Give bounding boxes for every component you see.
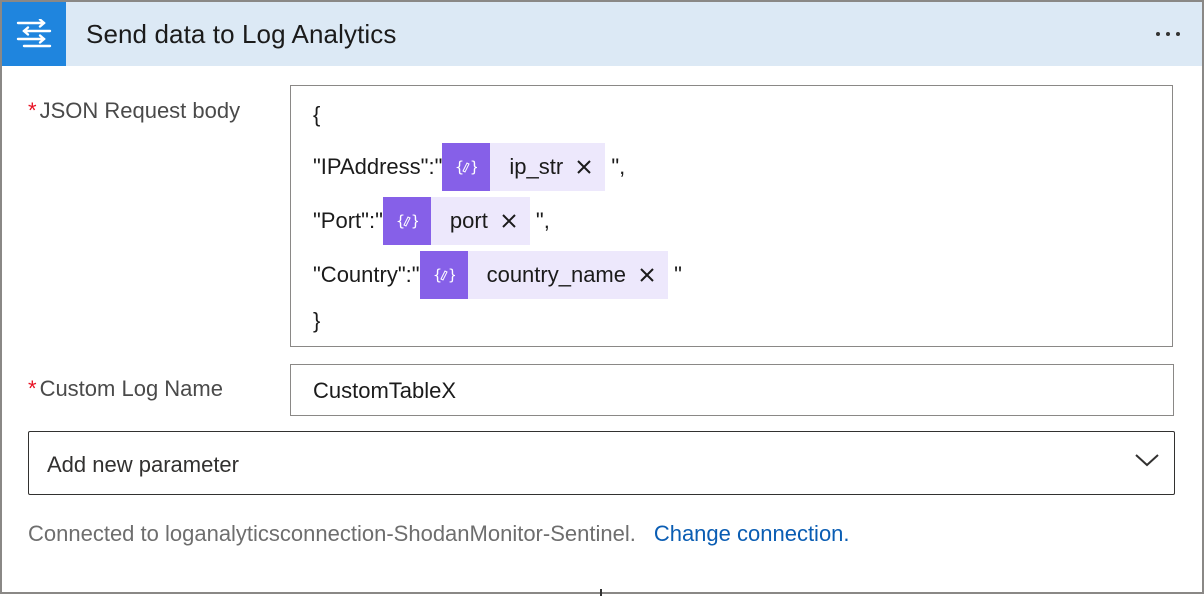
json-line-ip: "IPAddress":" {} ip_str ", [313, 143, 626, 191]
add-new-parameter-label: Add new parameter [47, 452, 239, 477]
connection-text: Connected to loganalyticsconnection-Shod… [28, 521, 636, 546]
add-new-parameter-dropdown[interactable]: Add new parameter [28, 431, 1175, 495]
required-marker: * [28, 376, 37, 401]
more-dot [1176, 32, 1180, 36]
json-line-port: "Port":" {} port ", [313, 197, 550, 245]
token-port[interactable]: {} port [382, 197, 530, 245]
svg-text:}: } [411, 212, 418, 230]
svg-text:{: { [433, 266, 442, 284]
country-key: "Country":" [313, 262, 420, 287]
custom-log-name-label: * Custom Log Name [28, 376, 223, 402]
remove-token-button[interactable] [632, 260, 662, 290]
flow-lines-icon [2, 2, 66, 66]
dynamic-content-icon: {} [419, 251, 468, 299]
json-body-label: * JSON Request body [28, 98, 240, 124]
ip-suffix: ", [605, 154, 626, 179]
close-icon [640, 268, 654, 282]
close-brace: } [313, 308, 321, 333]
token-label: country_name [486, 262, 626, 287]
port-suffix: ", [529, 208, 550, 233]
token-country-name[interactable]: {} country_name [419, 251, 668, 299]
dynamic-content-icon: {} [382, 197, 431, 245]
json-body-editor[interactable]: { "IPAddress":" {} ip_str ", "Port":" {} [290, 85, 1173, 347]
action-title: Send data to Log Analytics [86, 19, 397, 49]
svg-text:{: { [396, 212, 405, 230]
json-line-country: "Country":" {} country_name " [313, 251, 682, 299]
close-icon [502, 214, 516, 228]
port-key: "Port":" [313, 208, 383, 233]
custom-log-name-label-text: Custom Log Name [39, 376, 223, 401]
token-label: ip_str [509, 154, 564, 179]
ip-key: "IPAddress":" [313, 154, 443, 179]
svg-text:}: } [470, 158, 477, 176]
remove-token-button[interactable] [494, 206, 524, 236]
change-connection-link[interactable]: Change connection. [654, 521, 850, 546]
flow-connector [600, 589, 602, 596]
country-suffix: " [668, 262, 682, 287]
open-brace: { [313, 102, 321, 127]
connection-info: Connected to loganalyticsconnection-Shod… [28, 521, 850, 547]
close-icon [577, 160, 591, 174]
required-marker: * [28, 98, 37, 123]
token-ip-str[interactable]: {} ip_str [442, 143, 606, 191]
more-ellipsis-icon [1156, 32, 1160, 36]
custom-log-name-input[interactable]: CustomTableX [290, 364, 1174, 416]
chevron-down-icon [1134, 452, 1160, 473]
json-body-label-text: JSON Request body [39, 98, 241, 123]
action-card: Send data to Log Analytics * JSON Request… [0, 0, 1204, 594]
json-line-close: } [313, 298, 320, 344]
json-line-open: { [313, 92, 320, 138]
token-label: port [449, 208, 488, 233]
more-options-button[interactable] [1148, 16, 1188, 52]
svg-text:{: { [455, 158, 464, 176]
more-dot [1166, 32, 1170, 36]
svg-text:}: } [448, 266, 455, 284]
remove-token-button[interactable] [569, 152, 599, 182]
dynamic-content-icon: {} [442, 143, 491, 191]
action-header[interactable]: Send data to Log Analytics [2, 2, 1202, 66]
